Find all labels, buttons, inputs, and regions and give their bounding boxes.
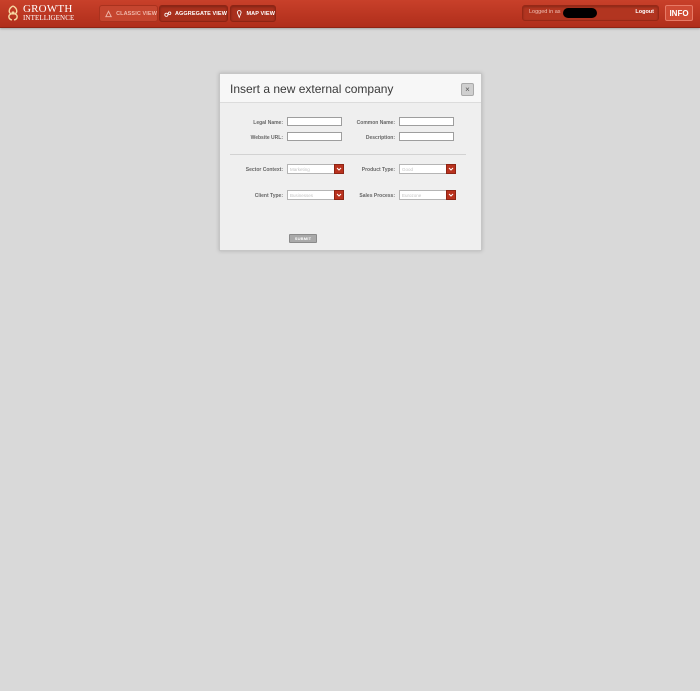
submit-button[interactable]: SUBMIT [289,234,317,243]
client-type-value: Businesses [290,193,314,198]
info-button[interactable]: INFO [665,5,693,21]
chevron-down-icon[interactable] [446,190,456,200]
aggregate-view-label: AGGREGATE VIEW [174,10,227,17]
description-input[interactable] [399,132,454,141]
sector-context-label: Sector Context: [245,167,283,173]
aggregate-view-button[interactable]: AGGREGATE VIEW [159,5,228,22]
common-name-input[interactable] [399,117,454,126]
map-view-label: MAP VIEW [246,10,275,17]
website-url-input[interactable] [287,132,342,141]
classic-view-button[interactable]: CLASSIC VIEW [99,5,158,22]
sales-process-select[interactable]: Eurozone [399,190,456,200]
product-type-value: Good [402,167,414,172]
sales-process-value: Eurozone [402,193,422,198]
redacted-username [563,8,597,18]
dialog-header: Insert a new external company × [220,74,481,103]
description-label: Description: [365,135,395,141]
classic-view-icon [105,9,112,17]
insert-company-dialog: Insert a new external company × Legal Na… [219,73,482,251]
product-type-select[interactable]: Good [399,164,456,174]
map-view-button[interactable]: MAP VIEW [230,5,276,22]
growth-mark-icon [8,5,18,21]
close-icon[interactable]: × [461,83,474,96]
logo-text-sub: INTELLIGENCE [23,14,75,22]
sales-process-label: Sales Process: [359,193,395,199]
legal-name-input[interactable] [287,117,342,126]
logged-in-label: Logged in as [529,9,561,15]
website-url-label: Website URL: [250,135,283,141]
top-bar: GROWTH INTELLIGENCE CLASSIC VIEW AGGREGA… [0,0,700,28]
client-type-label: Client Type: [254,193,283,199]
sector-context-value: Marketing [290,167,310,172]
dialog-title: Insert a new external company [230,82,394,96]
product-type-label: Product Type: [361,167,395,173]
logout-link[interactable]: Logout [635,9,654,15]
common-name-label: Common Name: [356,120,395,126]
legal-name-label: Legal Name: [253,120,283,126]
classic-view-label: CLASSIC VIEW [116,10,157,17]
aggregate-view-icon [164,11,172,17]
chevron-down-icon[interactable] [446,164,456,174]
form-divider [230,154,466,155]
login-status: Logged in as Logout [522,5,659,21]
map-pin-icon [236,9,242,19]
